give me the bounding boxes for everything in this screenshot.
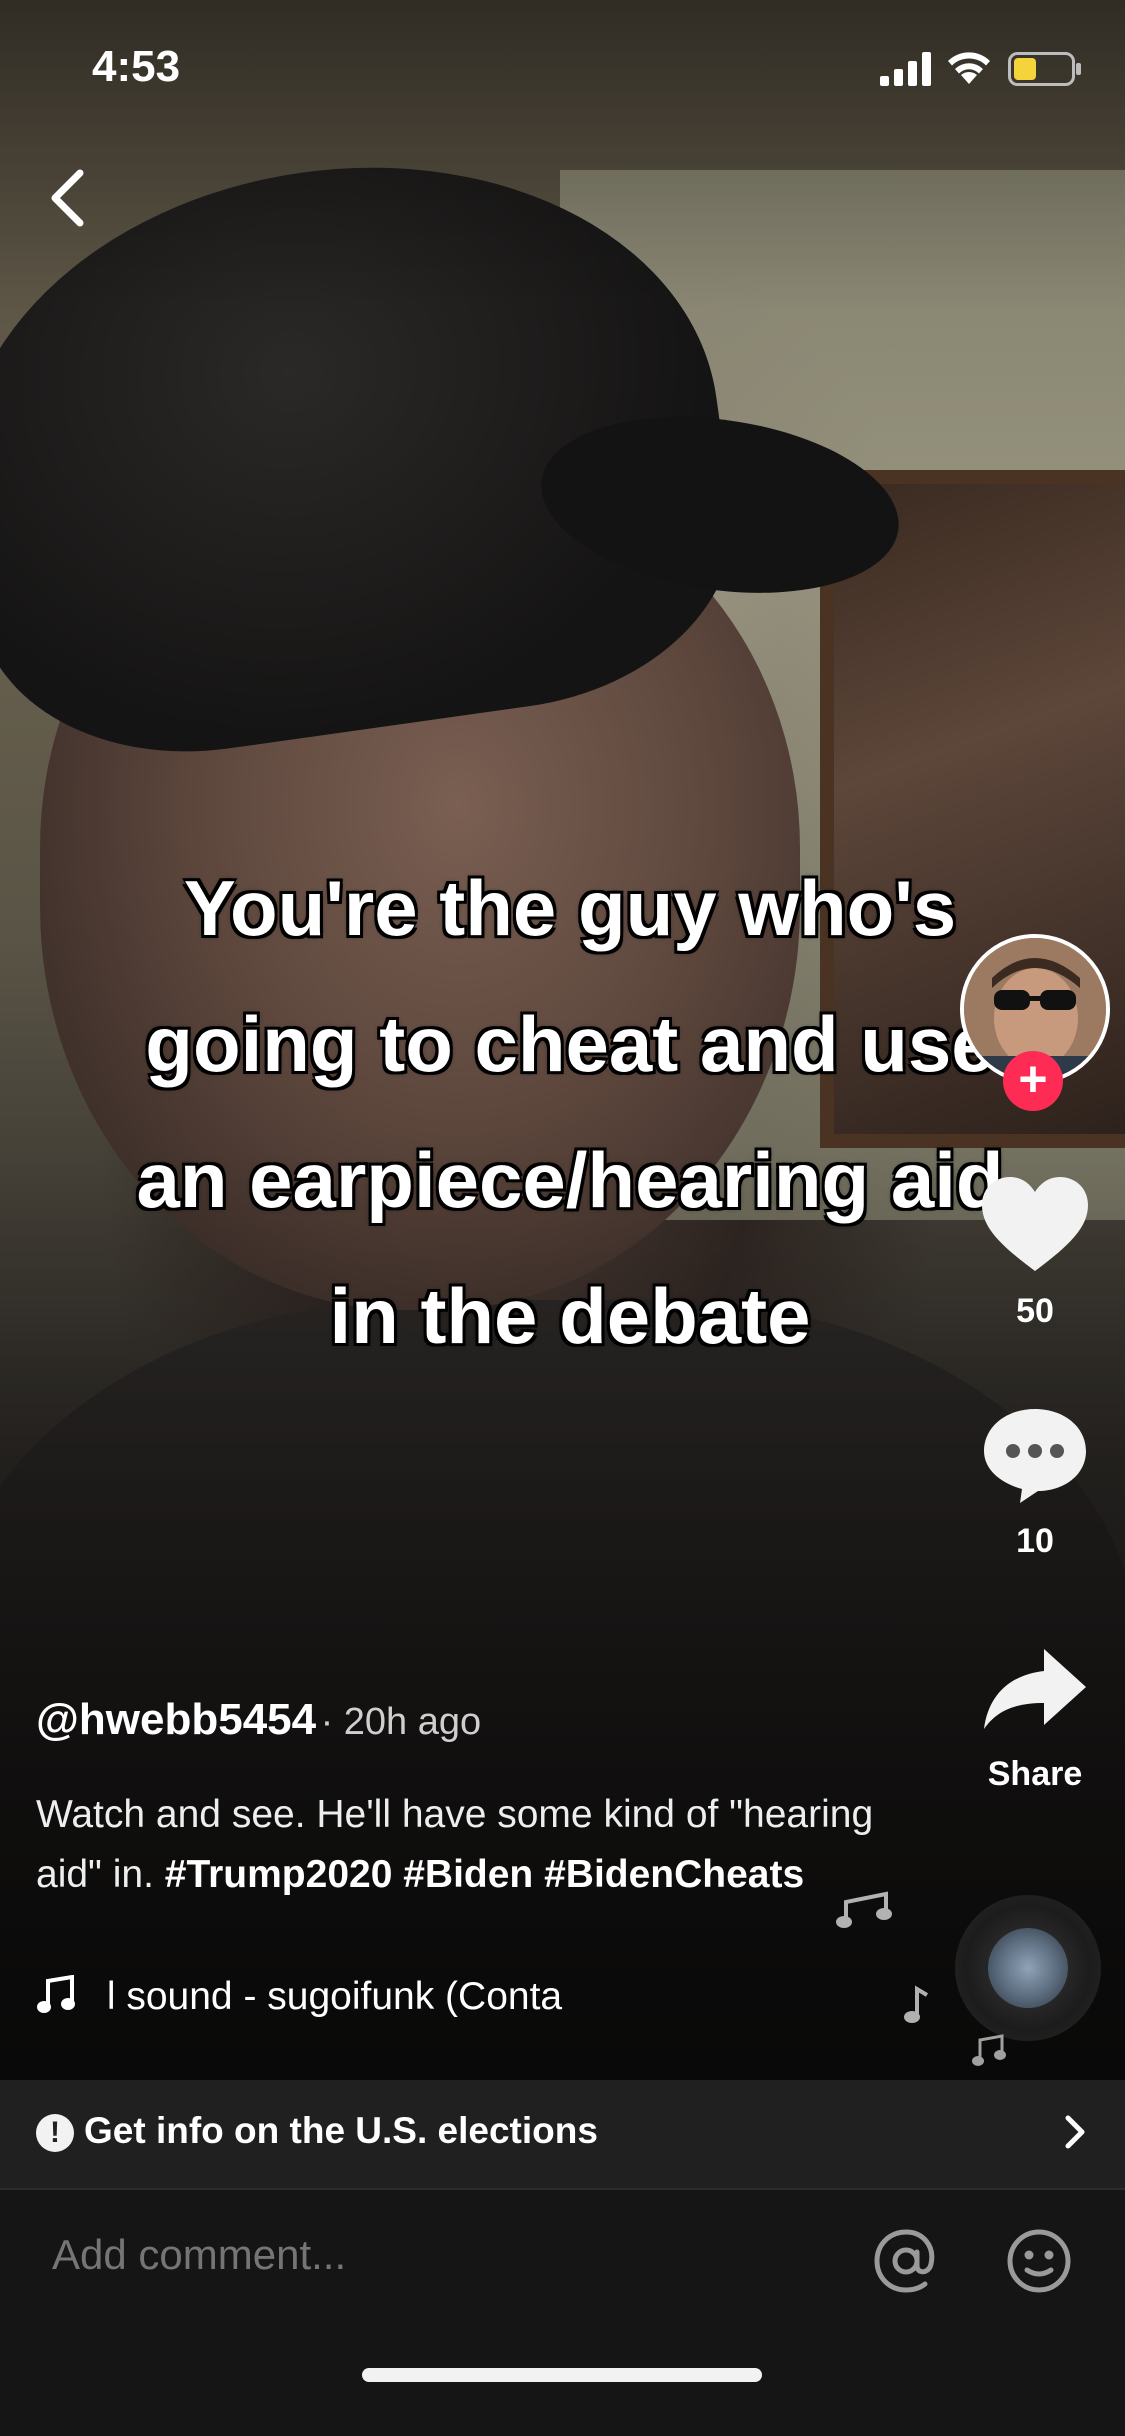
elections-label: Get info on the U.S. elections (84, 2110, 598, 2151)
signal-icon (880, 52, 931, 86)
heart-icon[interactable] (980, 1175, 1090, 1275)
hashtag-link[interactable]: #Biden (403, 1853, 533, 1896)
elections-banner[interactable]: ! Get info on the U.S. elections (0, 2080, 1125, 2190)
creator-handle[interactable]: @hwebb5454 (36, 1695, 316, 1744)
caption-line: an earpiece/hearing aid (136, 1136, 1004, 1224)
share-arrow-icon[interactable] (980, 1645, 1090, 1735)
alert-icon: ! (36, 2114, 74, 2152)
sound-title: l sound - sugoifunk (Conta (106, 1975, 563, 2018)
floating-note-icon (972, 2034, 1006, 2066)
caption-line: in the debate (329, 1272, 811, 1360)
status-bar: 4:53 (0, 0, 1125, 130)
sound-disc[interactable] (955, 1895, 1101, 2041)
video-caption: You're the guy who's going to cheat and … (40, 840, 1100, 1384)
chevron-right-icon (1065, 2115, 1085, 2149)
sound-disc-cover (988, 1928, 1068, 2008)
battery-icon (1008, 52, 1081, 86)
comment-bubble-icon[interactable] (980, 1405, 1090, 1505)
back-icon[interactable] (40, 158, 100, 238)
share-label: Share (987, 1755, 1083, 1793)
like-count: 50 (1016, 1292, 1054, 1330)
comment-count: 10 (1016, 1522, 1054, 1560)
hashtag-link[interactable]: #BidenCheats (544, 1853, 804, 1896)
floating-note-icon (904, 1985, 929, 2023)
post-age: · 20h ago (320, 1701, 482, 1743)
comment-bar (0, 2190, 1125, 2436)
caption-line: You're the guy who's (183, 864, 957, 952)
sound-link[interactable]: l sound - sugoifunk (Conta (36, 1975, 636, 2035)
home-indicator (362, 2368, 762, 2382)
caption-line: going to cheat and use (145, 1000, 995, 1088)
status-time: 4:53 (92, 42, 181, 91)
at-icon[interactable] (873, 2228, 939, 2294)
wifi-icon (948, 52, 990, 84)
post-meta: @hwebb5454 · 20h ago Watch and see. He'l… (36, 1695, 936, 1905)
comment-input[interactable] (50, 2230, 834, 2280)
post-description: Watch and see. He'll have some kind of "… (36, 1785, 936, 1905)
emoji-icon[interactable] (1006, 2228, 1072, 2294)
hashtag-link[interactable]: #Trump2020 (165, 1853, 393, 1896)
follow-button[interactable]: + (1003, 1051, 1063, 1111)
music-note-icon (37, 1975, 75, 2013)
